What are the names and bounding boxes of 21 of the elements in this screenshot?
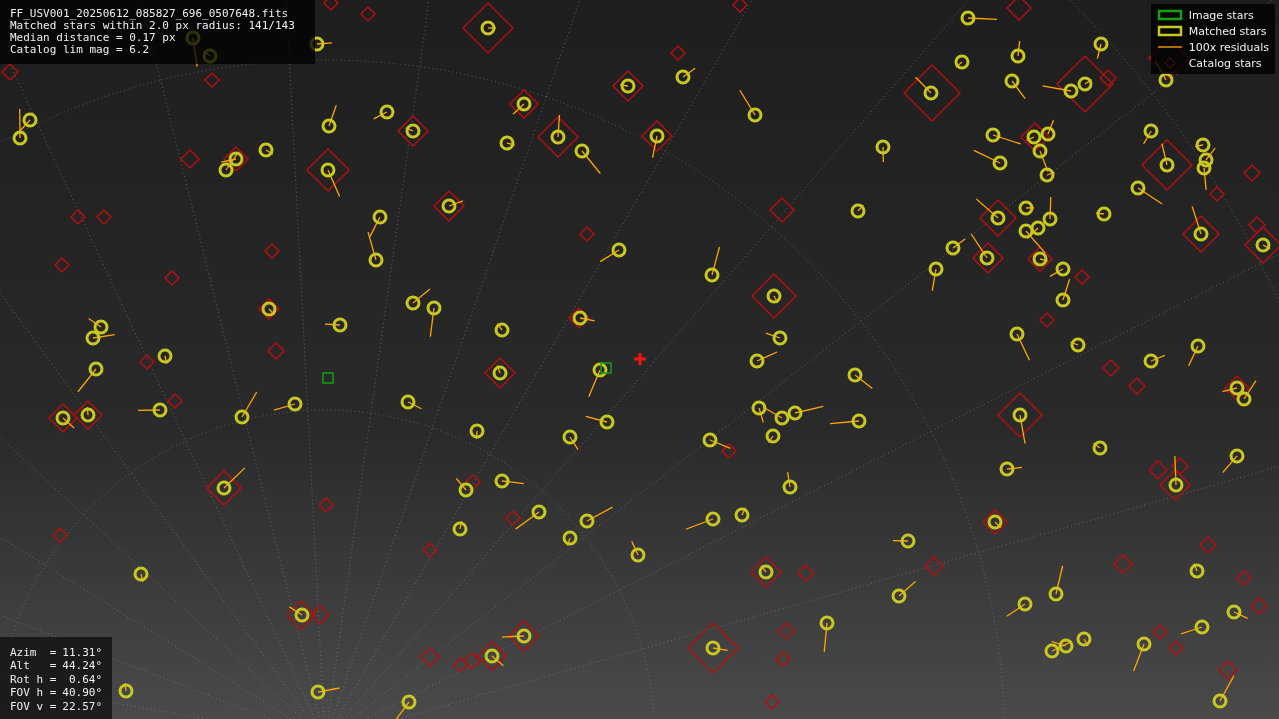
parameter-label: Azim = [10, 646, 57, 659]
parameter-label: Rot h = [10, 673, 57, 686]
legend-label: Catalog stars [1188, 56, 1262, 70]
parameter-value: 44.24° [62, 660, 103, 673]
info-text: Median distance = 0.17 px [10, 32, 177, 44]
parameter-value: 40.90° [62, 687, 103, 700]
parameter-label: FOV v = [10, 700, 57, 713]
image-star-swatch-icon [1156, 9, 1183, 21]
legend-label: 100x residuals [1188, 40, 1269, 54]
legend-label: Matched stars [1188, 24, 1267, 38]
parameter-value: 11.31° [62, 646, 103, 659]
legend-label: Image stars [1188, 8, 1254, 22]
info-text: Catalog lim mag = 6.2 [10, 44, 151, 56]
parameter-label: Alt = [10, 660, 57, 673]
matched-star-swatch-icon [1156, 25, 1183, 37]
parameter-value: 0.64° [68, 673, 103, 686]
parameter-label: FOV h = [10, 687, 57, 700]
parameter-value: 22.57° [62, 700, 103, 713]
pointing-cross-icon [632, 351, 648, 367]
info-text: Matched stars within 2.0 px radius: 141/143 [10, 20, 295, 32]
info-text: FF_USV001_20250612_085827_696_0507648.fits [10, 8, 290, 20]
